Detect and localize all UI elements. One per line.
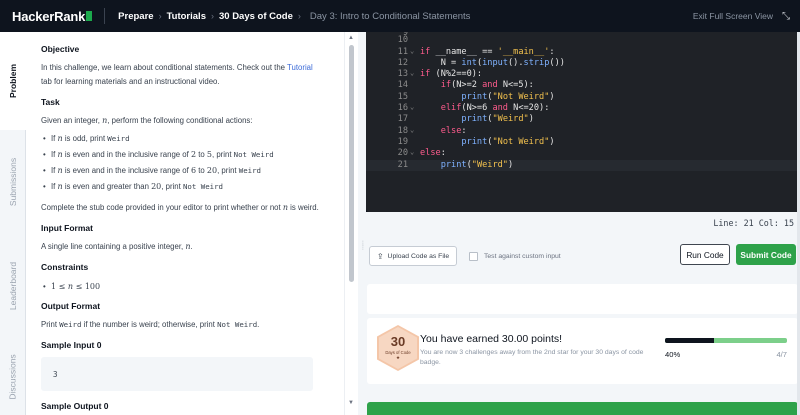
scroll-down-icon[interactable]: ▼: [348, 400, 354, 406]
scroll-thumb[interactable]: [349, 45, 354, 282]
fold-chevron-icon[interactable]: ⌄: [410, 47, 414, 55]
code-line: 18 ⌄ else:: [397, 125, 467, 136]
code-line: 19 print("Not Weird"): [397, 136, 555, 147]
collapse-icon: ⤡: [782, 10, 790, 22]
tutorial-link[interactable]: Tutorial: [287, 63, 313, 72]
task-heading: Task: [41, 97, 60, 107]
task-outro: Complete the stub code provided in your …: [41, 203, 319, 212]
breadcrumb-chevron-icon: ›: [297, 11, 301, 21]
30-days-badge-icon: 30 Days of Code ★: [377, 325, 419, 371]
tab-discussions[interactable]: Discussions: [0, 338, 26, 415]
points-earned-card: 30 Days of Code ★ You have earned 30.00 …: [367, 318, 798, 384]
points-title: You have earned 30.00 points!: [420, 333, 563, 345]
code-line: 15 print("Not Weird"): [397, 91, 555, 102]
fold-chevron-icon[interactable]: ⌄: [410, 148, 414, 156]
code-line: 12 N = int(input().strip()): [397, 57, 565, 68]
custom-input-toggle[interactable]: Test against custom input: [469, 252, 561, 261]
code-line: 11 ⌄ if __name__ == '__main__':: [397, 46, 555, 57]
list-item: If n is odd, print Weird: [41, 131, 330, 147]
scroll-up-icon[interactable]: ▲: [348, 35, 354, 41]
sample-input-heading: Sample Input 0: [41, 340, 102, 350]
sample-output-heading: Sample Output 0: [41, 401, 109, 411]
breadcrumb-tutorials[interactable]: Tutorials: [167, 11, 206, 22]
code-line: 16 ⌄ elif(N>=6 and N<=20):: [397, 103, 550, 113]
badge-progress-bar: [665, 338, 787, 343]
tab-problem[interactable]: Problem: [0, 32, 26, 130]
breadcrumb-30-days-of-code[interactable]: 30 Days of Code: [219, 11, 293, 22]
exit-fullscreen-label: Exit Full Screen View: [692, 11, 773, 21]
editor-actions: ⇪ Upload Code as File Test against custo…: [366, 232, 800, 278]
code-line: 17 print("Weird"): [397, 114, 534, 125]
breadcrumb-chevron-icon: ›: [158, 11, 162, 21]
output-format-text: Print Weird if the number is weird; othe…: [41, 320, 260, 329]
hackerrank-logo[interactable]: HackerRank: [12, 9, 93, 24]
breadcrumb-current: Day 3: Intro to Conditional Statements: [309, 10, 471, 22]
upload-icon: ⇪: [376, 251, 384, 261]
objective-text: In this challenge, we learn about condit…: [41, 63, 313, 86]
panel-resize-handle[interactable]: ⋮ ⋮: [358, 32, 366, 415]
code-editor[interactable]: 9 10 11 ⌄ if __name__ == '__main__': 12 N …: [366, 32, 800, 212]
submit-code-button[interactable]: Submit Code: [736, 244, 796, 265]
exit-fullscreen[interactable]: Exit Full Screen View ⤡: [693, 0, 790, 32]
constraints-heading: Constraints: [41, 262, 89, 272]
fold-chevron-icon[interactable]: ⌄: [410, 69, 414, 77]
top-bar: HackerRank Prepare › Tutorials › 30 Days…: [0, 0, 800, 32]
list-item: If n is even and greater than 20, print …: [41, 179, 330, 195]
sample-input-box: 3: [41, 357, 313, 391]
custom-input-checkbox[interactable]: [469, 252, 478, 261]
progress-fill: [665, 338, 714, 343]
output-format-heading: Output Format: [41, 301, 101, 311]
code-line: 13 ⌄ if (N%2==0):: [397, 69, 483, 80]
editor-status-bar: Line: 21 Col: 15: [366, 212, 800, 232]
objective-heading: Objective: [41, 44, 80, 54]
input-format-heading: Input Format: [41, 223, 93, 233]
upload-code-button[interactable]: ⇪ Upload Code as File: [369, 246, 457, 266]
fold-chevron-icon[interactable]: ⌄: [410, 126, 414, 134]
progress-percent: 40%: [665, 350, 681, 359]
success-banner: [367, 402, 798, 415]
task-rules: If n is odd, print Weird If n is even an…: [41, 131, 330, 195]
points-subtitle: You are now 3 challenges away from the 2…: [420, 349, 644, 366]
topbar-divider: [104, 8, 106, 24]
code-line: 10: [397, 35, 408, 45]
breadcrumb-prepare[interactable]: Prepare: [118, 11, 153, 22]
input-format-text: A single line containing a positive inte…: [41, 242, 193, 251]
progress-count: 4/7: [776, 350, 787, 359]
code-line: 14 if(N>=2 and N<=5):: [397, 80, 534, 91]
cursor-position: Line: 21 Col: 15: [713, 218, 794, 228]
run-code-button[interactable]: Run Code: [680, 244, 730, 265]
logo-mark-icon: [86, 11, 93, 21]
breadcrumb-chevron-icon: ›: [210, 11, 214, 21]
star-icon: ★: [395, 355, 401, 360]
list-item: 1 ≤ n ≤ 100: [41, 279, 330, 295]
constraints-list: 1 ≤ n ≤ 100: [41, 279, 330, 295]
problem-scrollbar[interactable]: ▲ ▼: [344, 32, 358, 415]
fold-chevron-icon[interactable]: ⌄: [410, 103, 414, 111]
list-item: If n is even and in the inclusive range …: [41, 163, 330, 179]
problem-statement: Objective In this challenge, we learn ab…: [26, 32, 344, 415]
side-tabs: Problem Submissions Leaderboard Discussi…: [0, 32, 26, 415]
code-line: 20 ⌄ else:: [397, 148, 446, 159]
tab-submissions[interactable]: Submissions: [0, 130, 26, 234]
tab-leaderboard[interactable]: Leaderboard: [0, 234, 26, 338]
code-line-current: 21 print("Weird"): [366, 159, 800, 171]
result-area: 30 Days of Code ★ You have earned 30.00 …: [366, 278, 800, 415]
task-intro: Given an integer, n, perform the followi…: [41, 116, 253, 125]
result-header-card: [367, 284, 798, 314]
list-item: If n is even and in the inclusive range …: [41, 147, 330, 163]
